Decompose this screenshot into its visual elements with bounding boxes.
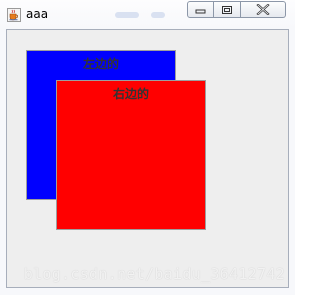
java-cup-icon[interactable]	[7, 7, 21, 22]
minimize-icon	[195, 5, 206, 14]
title-bar[interactable]: aaa	[0, 0, 295, 30]
close-icon	[256, 4, 270, 15]
maximize-icon	[221, 5, 233, 15]
right-panel[interactable]: 右边的	[56, 80, 206, 230]
right-panel-label: 右边的	[112, 87, 149, 101]
watermark-text: blog.csdn.net/baidu_36412742	[23, 265, 285, 283]
application-window: aaa 左边的 右边的 blog.csdn.net/baidu_36412742	[0, 0, 295, 295]
close-button[interactable]	[241, 1, 286, 18]
left-panel-label: 左边的	[82, 57, 119, 71]
content-pane: 左边的 右边的	[6, 29, 289, 288]
window-title: aaa	[26, 7, 49, 21]
title-bar-glare	[115, 12, 139, 18]
maximize-button[interactable]	[214, 1, 241, 18]
minimize-button[interactable]	[187, 1, 214, 18]
window-controls	[187, 1, 286, 18]
title-bar-glare	[151, 12, 165, 18]
